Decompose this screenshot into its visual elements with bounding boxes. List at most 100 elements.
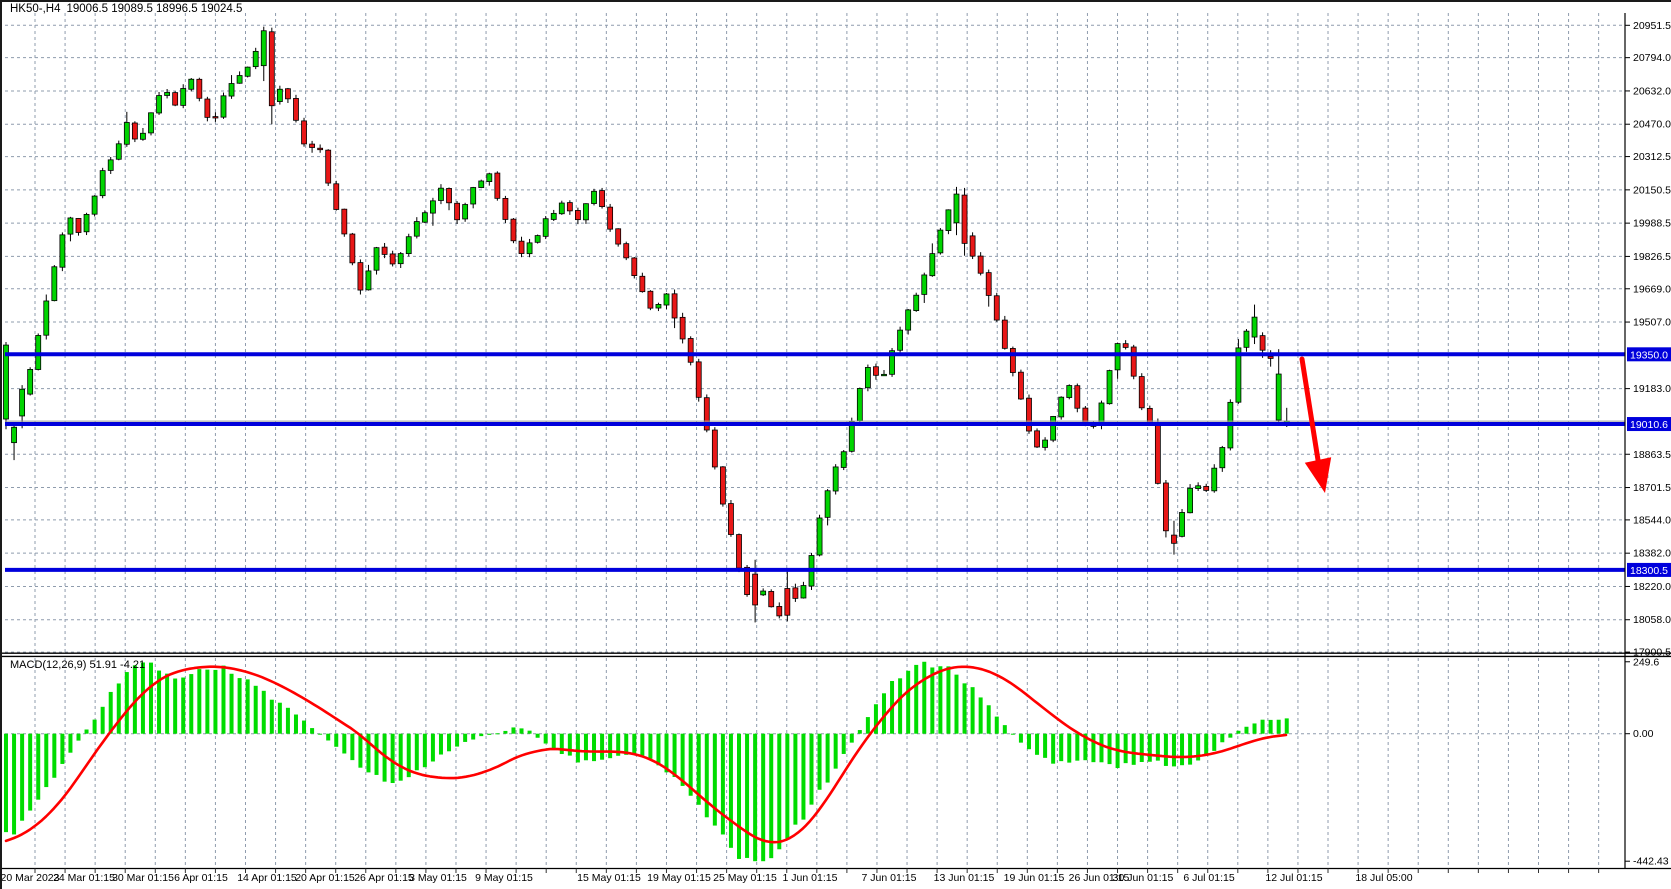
macd-bar	[125, 672, 129, 734]
macd-bar	[1099, 734, 1103, 763]
bull-candle	[406, 237, 411, 254]
price-axis-label: 20794.0	[1633, 52, 1671, 64]
date-axis-label: 19 Jun 01:15	[1004, 872, 1065, 884]
bear-candle	[390, 254, 395, 264]
bull-candle	[100, 171, 105, 196]
bull-candle	[1180, 512, 1185, 536]
macd-bar	[109, 692, 113, 734]
macd-bar	[866, 717, 870, 734]
macd-bar	[294, 715, 298, 734]
bear-candle	[495, 173, 500, 198]
bear-candle	[970, 236, 975, 256]
price-axis-label: 19669.0	[1633, 283, 1671, 295]
macd-bar	[350, 734, 354, 760]
date-axis-label: 20 Apr 01:15	[295, 872, 355, 884]
macd-bar	[1204, 734, 1208, 755]
bull-candle	[422, 213, 427, 222]
macd-bar	[906, 671, 910, 734]
bull-candle	[20, 389, 25, 416]
macd-bar	[777, 734, 781, 850]
macd-bar	[85, 729, 89, 733]
bear-candle	[76, 218, 81, 232]
bull-candle	[1115, 344, 1120, 370]
macd-label-text: MACD(12,26,9) 51.91 -4.21	[10, 659, 145, 671]
date-axis-label: 30 Mar 01:15	[112, 872, 174, 884]
bull-candle	[1043, 440, 1048, 447]
macd-bar	[471, 734, 475, 740]
macd-bar	[342, 734, 346, 754]
bull-candle	[181, 88, 186, 105]
macd-bar	[423, 734, 427, 767]
macd-bar	[52, 734, 56, 778]
date-axis: 20 Mar 202324 Mar 01:1530 Mar 01:156 Apr…	[2, 869, 1599, 885]
date-axis-label: 7 Jun 01:15	[862, 872, 917, 884]
bear-candle	[753, 574, 758, 605]
bear-candle	[785, 589, 790, 616]
price-axis-label: 19826.5	[1633, 251, 1671, 263]
macd-bar	[1140, 734, 1144, 762]
chart-ohlc-values: 19006.5 19089.5 18996.5 19024.5	[67, 3, 243, 15]
bull-candle	[1220, 448, 1225, 468]
macd-bar	[1244, 727, 1248, 734]
date-axis-label: 18 Jul 05:00	[1355, 872, 1412, 884]
macd-bar	[213, 670, 217, 734]
macd-bar	[568, 734, 572, 756]
bear-candle	[978, 256, 983, 273]
macd-bar	[1035, 734, 1039, 755]
bull-candle	[656, 304, 661, 308]
bull-candle	[277, 89, 282, 101]
bear-candle	[624, 244, 629, 258]
bull-candle	[116, 144, 121, 159]
macd-bar	[785, 734, 789, 839]
macd-bar	[1075, 734, 1079, 761]
macd-bar	[576, 734, 580, 763]
bull-candle	[930, 254, 935, 276]
macd-bar	[302, 721, 306, 734]
date-axis-label: 15 May 01:15	[577, 872, 641, 884]
macd-axis-label: -442.43	[1633, 856, 1669, 868]
macd-bar	[439, 734, 443, 755]
macd-bar	[286, 708, 290, 734]
bull-candle	[1188, 488, 1193, 512]
chart-window: 19350.019010.618300.520951.520794.020632…	[0, 0, 1671, 889]
bull-candle	[414, 222, 419, 237]
bear-candle	[1010, 348, 1015, 372]
bear-candle	[342, 209, 347, 234]
chart-title: HK50-,H419006.5 19089.5 18996.5 19024.5	[10, 3, 248, 15]
macd-bar	[1220, 734, 1224, 743]
macd-bar	[262, 691, 266, 734]
date-axis-label: 1 Jun 01:15	[783, 872, 838, 884]
macd-bar	[552, 734, 556, 750]
bear-candle	[1131, 347, 1136, 376]
bear-candle	[213, 117, 218, 118]
macd-bar	[318, 734, 322, 735]
bull-candle	[52, 267, 57, 301]
macd-bar	[246, 679, 250, 733]
macd-bar	[415, 734, 419, 771]
macd-bar	[600, 734, 604, 760]
macd-bar	[1124, 734, 1128, 763]
chart-canvas[interactable]: 19350.019010.618300.520951.520794.020632…	[2, 2, 1671, 889]
bear-candle	[318, 148, 323, 149]
macd-bar	[60, 734, 64, 764]
bull-candle	[148, 113, 153, 133]
bear-candle	[310, 144, 315, 147]
bear-candle	[1075, 386, 1080, 409]
bull-candle	[1196, 486, 1201, 489]
macd-bar	[1019, 734, 1023, 743]
candles-layer	[4, 27, 1290, 623]
bear-candle	[1163, 483, 1168, 531]
macd-bar	[149, 663, 153, 734]
macd-bar	[221, 666, 225, 734]
arrow-shaft[interactable]	[1302, 359, 1318, 460]
macd-bar	[93, 720, 97, 734]
bear-candle	[1171, 535, 1176, 543]
price-axis-label: 18220.0	[1633, 581, 1671, 593]
macd-bar	[76, 734, 80, 741]
macd-bar	[101, 707, 105, 734]
level-price-label: 18300.5	[1630, 565, 1668, 577]
bull-candle	[374, 248, 379, 271]
bear-candle	[1155, 423, 1160, 484]
bull-candle	[922, 275, 927, 294]
bull-candle	[245, 67, 250, 76]
